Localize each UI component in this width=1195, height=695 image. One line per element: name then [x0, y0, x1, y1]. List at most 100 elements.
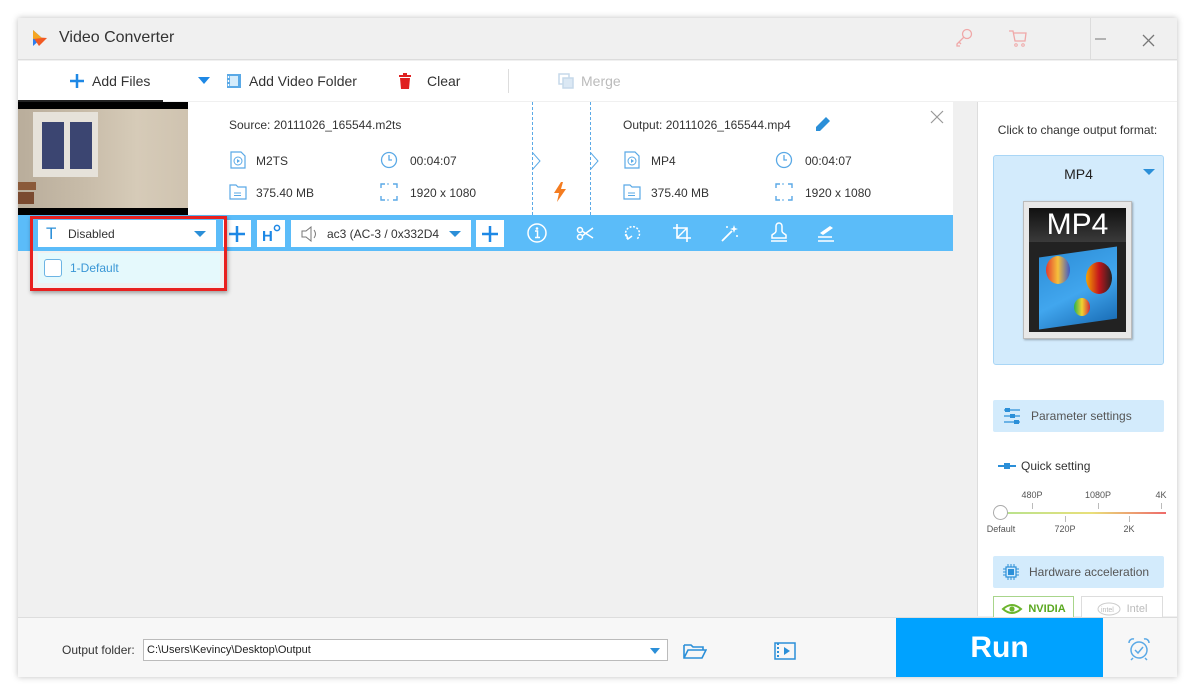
tick-label: 4K — [1155, 490, 1167, 500]
clock-icon — [775, 151, 793, 169]
quick-setting-header: Quick setting — [998, 459, 1090, 473]
output-folder-dropdown-caret[interactable] — [650, 648, 660, 654]
cart-icon[interactable] — [1007, 27, 1029, 49]
file-size-icon — [623, 184, 641, 200]
tick-label: Default — [986, 524, 1016, 534]
plus-icon — [229, 225, 245, 242]
nvidia-icon — [1001, 603, 1023, 614]
video-file-icon — [230, 151, 246, 169]
tick-mark — [1098, 503, 1099, 509]
plus-icon — [70, 74, 84, 88]
add-audio-button[interactable] — [476, 220, 504, 247]
video-thumbnail[interactable] — [18, 102, 188, 215]
output-format: MP4 — [651, 154, 676, 168]
cut-icon[interactable] — [574, 222, 596, 244]
close-icon[interactable] — [1138, 30, 1160, 52]
trash-icon — [399, 73, 411, 89]
clear-label: Clear — [427, 73, 461, 89]
hardware-acceleration-button[interactable]: Hardware acceleration — [993, 556, 1164, 588]
subtitle-edit-icon[interactable] — [815, 222, 837, 244]
resolution-icon — [775, 183, 793, 201]
alarm-clock-icon[interactable] — [1127, 637, 1151, 661]
arrow-right-icon — [590, 152, 599, 170]
lightning-icon — [554, 182, 566, 202]
crop-icon[interactable] — [671, 222, 693, 244]
svg-text:H: H — [262, 228, 273, 245]
merge-icon — [558, 73, 574, 89]
film-folder-icon — [227, 74, 241, 88]
tick-label: 720P — [1054, 524, 1076, 534]
parameter-settings-label: Parameter settings — [1031, 409, 1132, 423]
svg-text:intel: intel — [1101, 607, 1114, 614]
title-bar: Video Converter — [18, 18, 1177, 60]
output-format-name: MP4 — [1064, 166, 1093, 182]
h-settings-icon: H — [262, 224, 281, 245]
minimize-icon[interactable] — [1090, 28, 1112, 50]
bottom-bar: Output folder: Run — [18, 617, 1177, 677]
resolution-icon — [380, 183, 398, 201]
speaker-icon — [301, 225, 316, 242]
pencil-icon[interactable] — [815, 116, 831, 132]
add-files-label: Add Files — [92, 73, 151, 89]
mp4-image-label: MP4 — [1029, 208, 1126, 242]
parameter-settings-button[interactable]: Parameter settings — [993, 400, 1164, 432]
merge-label: Merge — [581, 73, 621, 89]
slider-track[interactable] — [1001, 512, 1166, 514]
output-resolution: 1920 x 1080 — [805, 186, 872, 200]
sliders-icon — [1004, 408, 1020, 424]
source-size: 375.40 MB — [256, 186, 315, 200]
output-size: 375.40 MB — [651, 186, 710, 200]
arrow-right-icon — [532, 152, 541, 170]
merge-button[interactable]: Merge — [557, 61, 621, 101]
quick-setting-icon — [998, 463, 1016, 469]
tick-mark — [1065, 516, 1066, 522]
tick-label: 2K — [1123, 524, 1135, 534]
mp4-format-icon: MP4 — [1023, 201, 1132, 339]
add-files-dropdown-caret[interactable] — [198, 77, 210, 85]
info-icon[interactable] — [526, 222, 548, 244]
source-duration: 00:04:07 — [410, 154, 457, 168]
tick-label: 1080P — [1084, 490, 1112, 500]
app-window: Video Converter Add Files Add Video Fold… — [18, 18, 1177, 677]
subtitle-option[interactable]: 1-Default — [38, 253, 220, 283]
remove-file-icon[interactable] — [930, 110, 944, 124]
add-files-button[interactable]: Add Files — [68, 61, 150, 101]
source-format: M2TS — [256, 154, 289, 168]
hardware-acceleration-label: Hardware acceleration — [1029, 565, 1150, 579]
subtitle-option-label: 1-Default — [70, 261, 119, 275]
chevron-down-icon — [449, 231, 461, 237]
main-toolbar: Add Files Add Video Folder Clear Merge — [18, 61, 1177, 101]
run-button[interactable]: Run — [896, 618, 1103, 677]
change-format-label: Click to change output format: — [997, 123, 1158, 137]
subtitle-dropdown-popup: 1-Default — [30, 216, 227, 291]
chevron-down-icon — [1143, 169, 1155, 175]
output-folder-input[interactable] — [143, 639, 668, 661]
audio-track-value: ac3 (AC-3 / 0x332D4 — [327, 226, 440, 241]
clear-button[interactable]: Clear — [396, 61, 460, 101]
option-checkbox[interactable] — [44, 259, 62, 277]
watermark-icon[interactable] — [768, 222, 790, 244]
tick-label: 480P — [1021, 490, 1043, 500]
source-resolution: 1920 x 1080 — [410, 186, 477, 200]
slider-knob[interactable] — [993, 505, 1008, 520]
key-icon[interactable] — [953, 27, 975, 49]
add-video-folder-label: Add Video Folder — [249, 73, 357, 89]
open-folder-icon[interactable] — [683, 642, 707, 660]
audio-track-dropdown[interactable]: ac3 (AC-3 / 0x332D4 — [291, 220, 471, 247]
quick-setting-label: Quick setting — [1021, 459, 1091, 473]
intel-icon: intel — [1097, 602, 1121, 615]
rotate-icon[interactable] — [622, 222, 644, 244]
output-format-selector[interactable]: MP4 MP4 — [993, 155, 1164, 365]
quality-slider[interactable]: 480P 1080P 4K Default 720P 2K — [987, 490, 1168, 540]
add-video-folder-button[interactable]: Add Video Folder — [225, 61, 357, 101]
subtitle-settings-button[interactable]: H — [257, 220, 285, 247]
plus-icon — [482, 225, 498, 242]
toolbar-separator — [508, 69, 509, 93]
effects-icon[interactable] — [719, 222, 741, 244]
intel-label: Intel — [1126, 602, 1148, 615]
tick-mark — [1161, 503, 1162, 509]
video-preview-icon[interactable] — [774, 641, 796, 661]
source-filename: Source: 20111026_165544.m2ts — [229, 118, 402, 132]
nvidia-label: NVIDIA — [1028, 602, 1066, 615]
add-subtitle-button[interactable] — [223, 220, 251, 247]
